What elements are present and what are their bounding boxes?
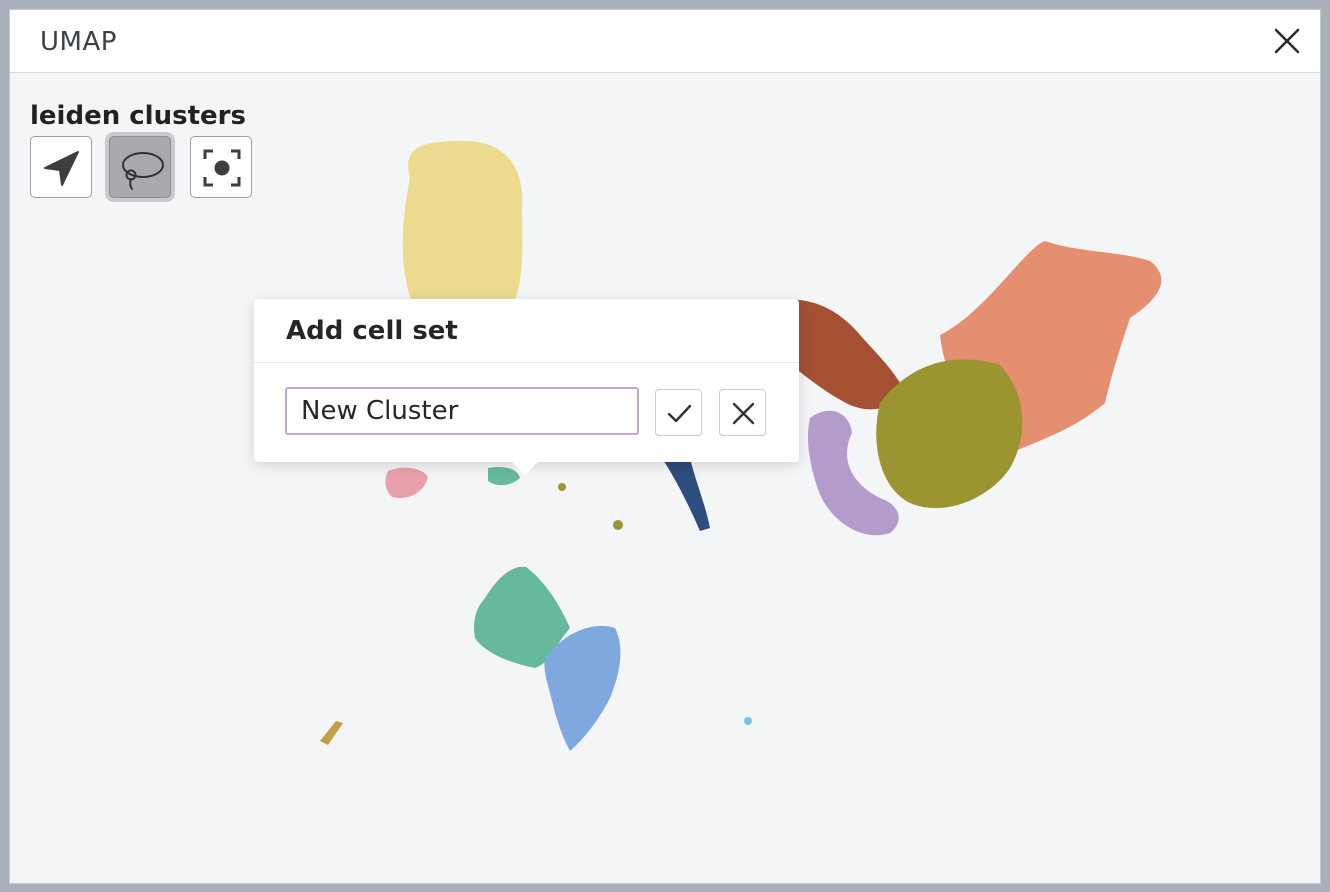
cell-set-name-input[interactable]	[285, 387, 639, 435]
confirm-button[interactable]	[655, 389, 702, 436]
close-window-button[interactable]	[1272, 26, 1302, 56]
close-icon	[1274, 28, 1300, 54]
check-icon	[667, 404, 692, 423]
cluster-cyan	[744, 717, 752, 725]
cluster-pink	[385, 467, 428, 499]
view-label: leiden clusters	[30, 101, 246, 131]
popover-title: Add cell set	[286, 316, 458, 346]
cancel-button[interactable]	[719, 389, 766, 436]
popover-header: Add cell set	[254, 299, 799, 363]
cluster-yellow	[402, 140, 523, 314]
add-cell-set-popover: Add cell set	[254, 299, 799, 475]
window-title: UMAP	[40, 27, 117, 57]
cluster-olive-small	[613, 520, 623, 530]
pointer-tool-button[interactable]	[30, 136, 92, 198]
cluster-olive-dot	[558, 483, 566, 491]
umap-window: UMAP leiden clusters Add cell set New Cl…	[9, 9, 1321, 884]
title-bar: UMAP	[10, 10, 1320, 73]
navigation-arrow-icon	[44, 151, 79, 186]
popover-arrow	[512, 462, 538, 475]
lasso-tool-button[interactable]	[109, 136, 171, 198]
cluster-gold	[320, 721, 343, 745]
recenter-icon	[203, 149, 241, 187]
lasso-icon	[122, 152, 164, 190]
close-icon	[732, 402, 755, 425]
scatterplot-canvas[interactable]: leiden clusters Add cell set New Cluster	[10, 73, 1320, 883]
cluster-navy	[662, 458, 710, 531]
recenter-tool-button[interactable]	[190, 136, 252, 198]
